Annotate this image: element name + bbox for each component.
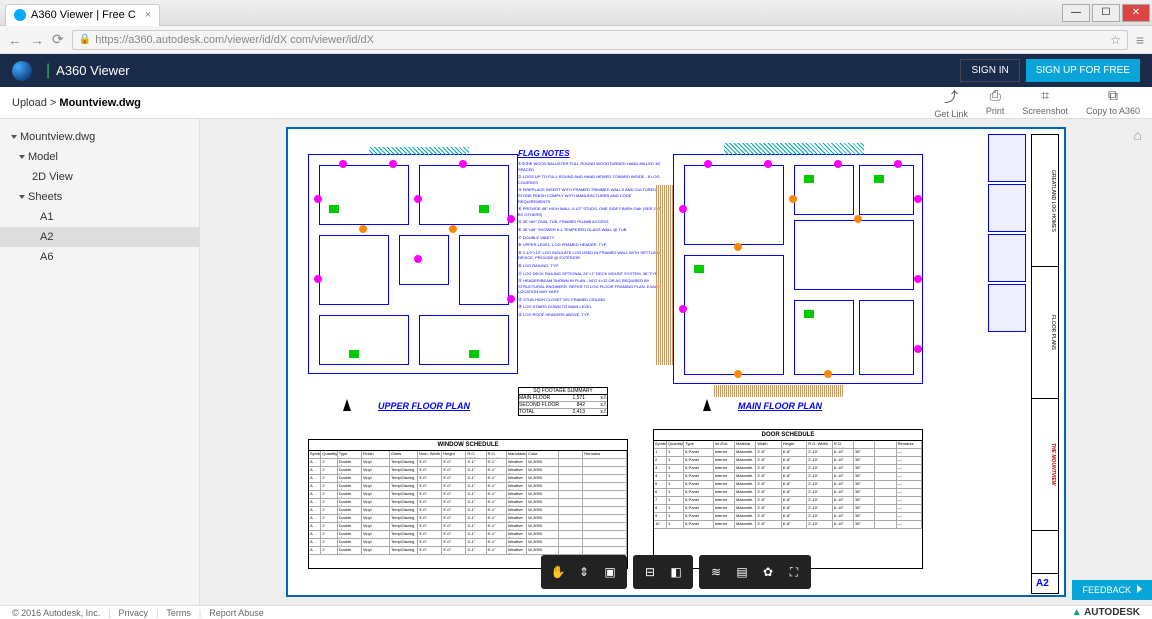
flag-notes-title: FLAG NOTES [518, 149, 570, 158]
privacy-link[interactable]: Privacy [119, 608, 149, 618]
lock-icon: 🔒 [79, 34, 91, 45]
camera-button[interactable]: ▣ [597, 559, 623, 585]
tab-title: A360 Viewer | Free C [31, 9, 136, 21]
breadcrumb: Upload > Mountview.dwg [12, 97, 141, 109]
browser-tab[interactable]: A360 Viewer | Free C × [5, 4, 160, 26]
signup-button[interactable]: SIGN UP FOR FREE [1026, 59, 1140, 82]
footer: © 2016 Autodesk, Inc. | Privacy | Terms … [0, 605, 1152, 619]
copyright: © 2016 Autodesk, Inc. [12, 608, 100, 618]
copy-icon: ⧉ [1108, 87, 1118, 104]
signin-button[interactable]: SIGN IN [960, 59, 1019, 82]
section-button[interactable]: ◧ [663, 559, 689, 585]
fullscreen-button[interactable]: ⛶ [781, 559, 807, 585]
bookmark-icon[interactable]: ☆ [1110, 33, 1121, 47]
main-floor-plan [673, 154, 923, 384]
close-button[interactable]: ✕ [1122, 4, 1150, 22]
home-icon[interactable]: ⌂ [1134, 127, 1142, 143]
app-header: | A360 Viewer SIGN IN SIGN UP FOR FREE [0, 54, 1152, 87]
copy-button[interactable]: ⧉Copy to A360 [1086, 87, 1140, 119]
getlink-button[interactable]: ⤴Get Link [934, 87, 968, 119]
camera-icon: ⌗ [1041, 87, 1049, 104]
main-area: Mountview.dwg Model 2D View Sheets A1 A2… [0, 119, 1152, 605]
breadcrumb-current: Mountview.dwg [59, 97, 140, 109]
address-bar: ← → ⟳ 🔒 https://a360.autodesk.com/viewer… [0, 26, 1152, 54]
forward-icon[interactable]: → [30, 32, 44, 48]
tree-sheet-a6[interactable]: A6 [0, 247, 199, 267]
tree-model[interactable]: Model [0, 147, 199, 167]
layers-button[interactable]: ≋ [703, 559, 729, 585]
print-button[interactable]: ⎙Print [986, 87, 1005, 119]
window-buttons: — ☐ ✕ [1062, 4, 1152, 22]
tree-sheet-a2[interactable]: A2 [0, 227, 199, 247]
door-schedule: DOOR SCHEDULE SymbolQuantityTypeInt./Ext… [653, 429, 923, 569]
tree-sheet-a1[interactable]: A1 [0, 207, 199, 227]
measure-button[interactable]: ⊟ [637, 559, 663, 585]
tree-file[interactable]: Mountview.dwg [0, 127, 199, 147]
logo-icon [12, 61, 32, 81]
separator: | [46, 62, 50, 80]
url-input[interactable]: 🔒 https://a360.autodesk.com/viewer/id/dX… [72, 30, 1128, 50]
flag-notes-list: ①②③④ WOOD BALUSTER FULL ROUND WOODTURNED… [518, 161, 663, 320]
compass-icon [338, 399, 356, 417]
tree-sheets[interactable]: Sheets [0, 187, 199, 207]
screenshot-button[interactable]: ⌗Screenshot [1022, 87, 1068, 119]
main-plan-title: MAIN FLOOR PLAN [738, 401, 822, 411]
properties-button[interactable]: ▤ [729, 559, 755, 585]
autodesk-logo: AUTODESK [1072, 607, 1140, 618]
back-icon[interactable]: ← [8, 32, 22, 48]
window-schedule: WINDOW SCHEDULE SymbolQuantityTypeFinish… [308, 439, 628, 569]
reload-icon[interactable]: ⟳ [52, 31, 64, 48]
browser-tab-strip: A360 Viewer | Free C × — ☐ ✕ [0, 0, 1152, 26]
maximize-button[interactable]: ☐ [1092, 4, 1120, 22]
terms-link[interactable]: Terms [166, 608, 191, 618]
sheet-thumb[interactable] [988, 184, 1026, 232]
pan-button[interactable]: ✋ [545, 559, 571, 585]
drawing-sheet: UPPER FLOOR PLAN FLAG NOTES ①②③④ WOOD BA… [286, 127, 1066, 597]
viewer-canvas[interactable]: ⌂ UPPER FLOOR PLAN [200, 119, 1152, 605]
sq-footage-table: SQ FOOTAGE SUMMARY MAIN FLOOR1,571s.f. S… [518, 387, 608, 416]
compass-icon [698, 399, 716, 417]
print-icon: ⎙ [990, 87, 1001, 104]
sidebar: Mountview.dwg Model 2D View Sheets A1 A2… [0, 119, 200, 605]
viewer-toolbar: ✋ ⇕ ▣ ⊟ ◧ ≋ ▤ ✿ ⛶ [541, 555, 811, 589]
close-icon[interactable]: × [145, 9, 151, 21]
menu-icon[interactable]: ≡ [1136, 32, 1144, 48]
toolbar: Upload > Mountview.dwg ⤴Get Link ⎙Print … [0, 87, 1152, 119]
tree-2dview[interactable]: 2D View [0, 167, 199, 187]
sheet-thumbs [988, 134, 1026, 332]
zoom-button[interactable]: ⇕ [571, 559, 597, 585]
sheet-thumb[interactable] [988, 134, 1026, 182]
titleblock: GREATLAND LOG HOMES FLOOR PLANS THE MOUN… [1031, 134, 1059, 594]
breadcrumb-root[interactable]: Upload [12, 97, 47, 109]
app-title: A360 Viewer [56, 63, 129, 78]
upper-plan-title: UPPER FLOOR PLAN [378, 401, 470, 411]
url-text: https://a360.autodesk.com/viewer/id/dX c… [95, 34, 374, 46]
report-link[interactable]: Report Abuse [209, 608, 264, 618]
sheet-thumb[interactable] [988, 234, 1026, 282]
feedback-button[interactable]: FEEDBACK [1072, 580, 1152, 600]
favicon-icon [14, 9, 26, 21]
settings-button[interactable]: ✿ [755, 559, 781, 585]
sheet-thumb[interactable] [988, 284, 1026, 332]
sheet-number: A2 [1032, 574, 1058, 593]
minimize-button[interactable]: — [1062, 4, 1090, 22]
share-icon: ⤴ [944, 87, 958, 107]
upper-floor-plan [308, 154, 518, 374]
